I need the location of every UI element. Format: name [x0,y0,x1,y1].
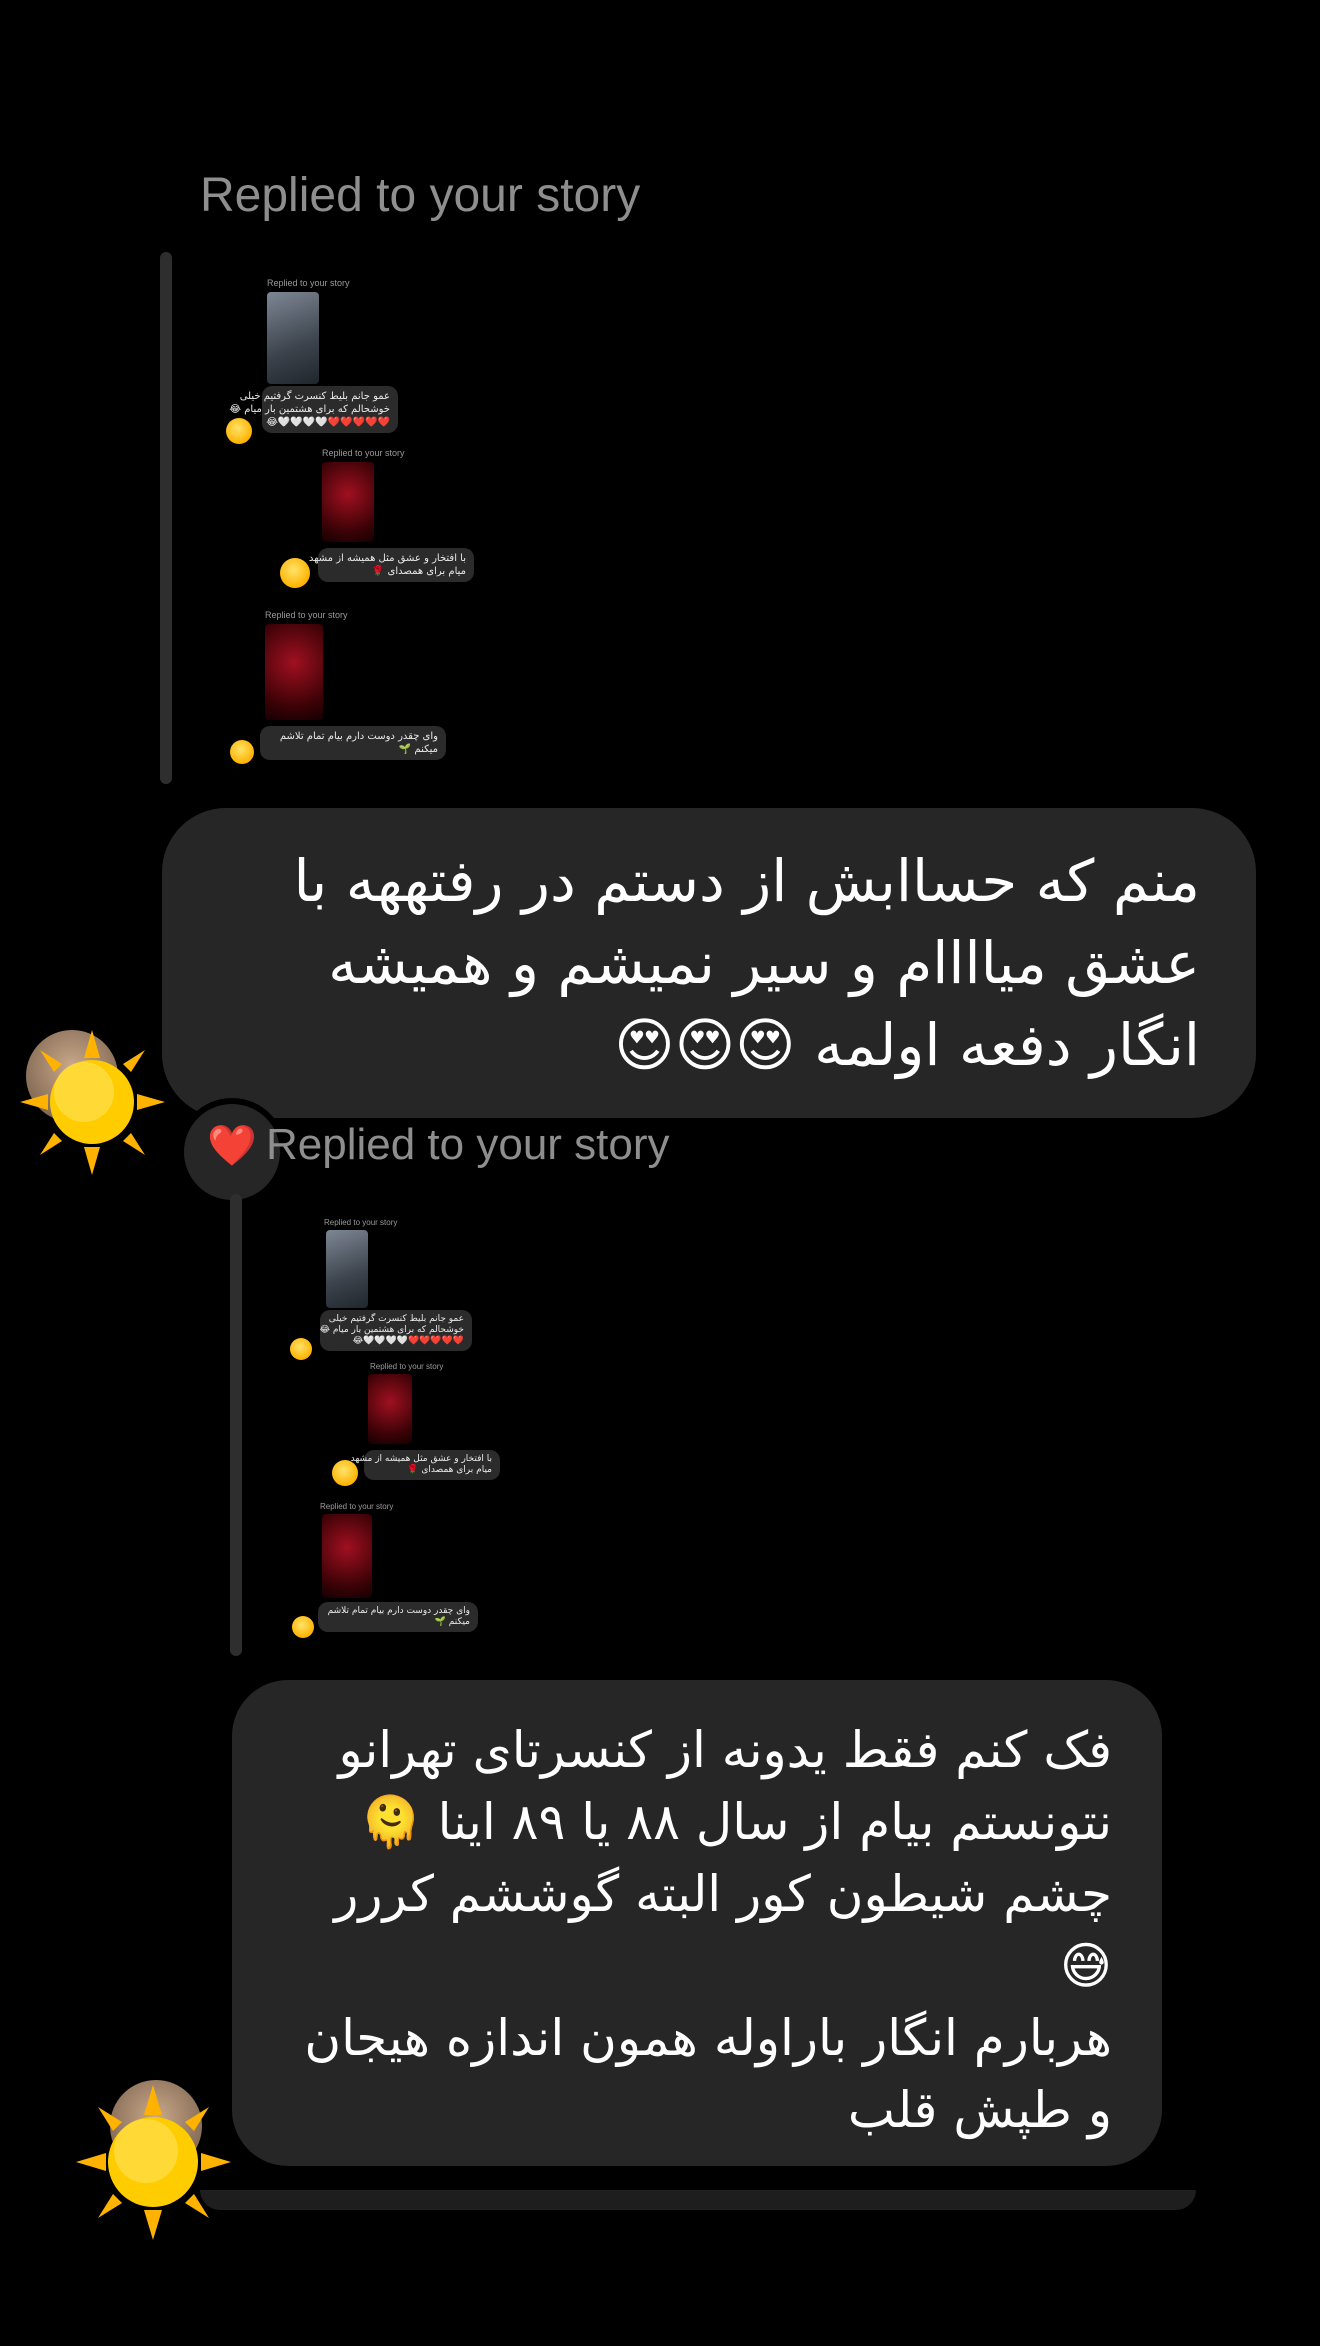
message-text-line: عشق میاااام و سیر نمیشم و همیشه [328,929,1200,997]
mini-sun-icon [290,1338,312,1360]
grinning-sweat-emoji: 😅 [1059,1937,1112,1995]
message-text-line: 😅 [262,1930,1112,2002]
mini-sun-icon [230,740,254,764]
mini-reply-bubble: عمو جانم بلیط کنسرت گرفتیم خیلی خوشحالم … [319,1310,472,1351]
mini-replied-label: Replied to your story [324,1218,398,1227]
story-thumbnail[interactable]: Replied to your story عمو جانم بلیط کنسر… [280,1210,520,1650]
message-bubble[interactable]: منم که حساابش از دستم در رفتههه با عشق م… [162,808,1256,1118]
mini-story-image [326,1230,368,1308]
mini-reply-bubble: عمو جانم بلیط کنسرت گرفتیم خیلی خوشحالم … [229,386,398,433]
mini-sun-icon [226,418,252,444]
heart-eyes-emoji: 😍😍😍 [614,1011,796,1079]
replied-to-story-label: Replied to your story [200,169,641,222]
message-text-line: انگار دفعه اولمه 😍😍😍 [202,1004,1200,1086]
mini-story-image [322,462,374,542]
message-bubble[interactable]: فک کنم فقط یدونه از کنسرتای تهرانو نتونس… [232,1680,1162,2166]
story-thumbnail[interactable]: Replied to your story عمو جانم بلیط کنسر… [210,270,500,780]
mini-sun-icon [292,1616,314,1638]
replied-to-story-label: Replied to your story [266,1120,670,1169]
mini-replied-label: Replied to your story [265,610,348,620]
mini-reply-bubble: وای چقدر دوست دارم بیام تمام تلاشم میکنم… [260,726,446,760]
message-text-line: و طپش قلب [847,2081,1112,2139]
mini-sun-icon [280,558,310,588]
mini-story-image [368,1374,412,1444]
sun-icon [20,1030,165,1175]
message-text-line: چشم شیطون کور البته گوششم کررر [334,1865,1112,1923]
message-text-line: فک کنم فقط یدونه از کنسرتای تهرانو [338,1721,1112,1779]
quote-bar [230,1194,242,1656]
mini-reply-bubble: وای چقدر دوست دارم بیام تمام تلاشم میکنم… [318,1602,478,1632]
message-text-line: هربارم انگار باراوله همون اندازه هیجان [304,2009,1112,2067]
mini-replied-label: Replied to your story [370,1362,444,1371]
mini-replied-label: Replied to your story [267,278,350,288]
mini-sun-icon [332,1460,358,1486]
melting-face-emoji: 🫠 [359,1793,422,1851]
mini-replied-label: Replied to your story [320,1502,394,1511]
mini-story-image [322,1514,372,1598]
message-text-line: نتونستم بیام از سال ۸۸ یا ۸۹ اینا 🫠 [262,1786,1112,1858]
sun-icon [76,2085,231,2240]
heart-icon: ❤️ [207,1123,257,1169]
mini-reply-bubble: با افتخار و عشق مثل همیشه از مشهد میام ب… [351,1450,500,1480]
message-text-line: منم که حساابش از دستم در رفتههه با [293,847,1200,915]
mini-story-image [267,292,319,384]
composer-edge [200,2190,1196,2210]
mini-reply-bubble: با افتخار و عشق مثل همیشه از مشهد میام ب… [309,548,474,582]
mini-story-image [265,624,323,720]
quote-bar [160,252,172,784]
mini-replied-label: Replied to your story [322,448,405,458]
